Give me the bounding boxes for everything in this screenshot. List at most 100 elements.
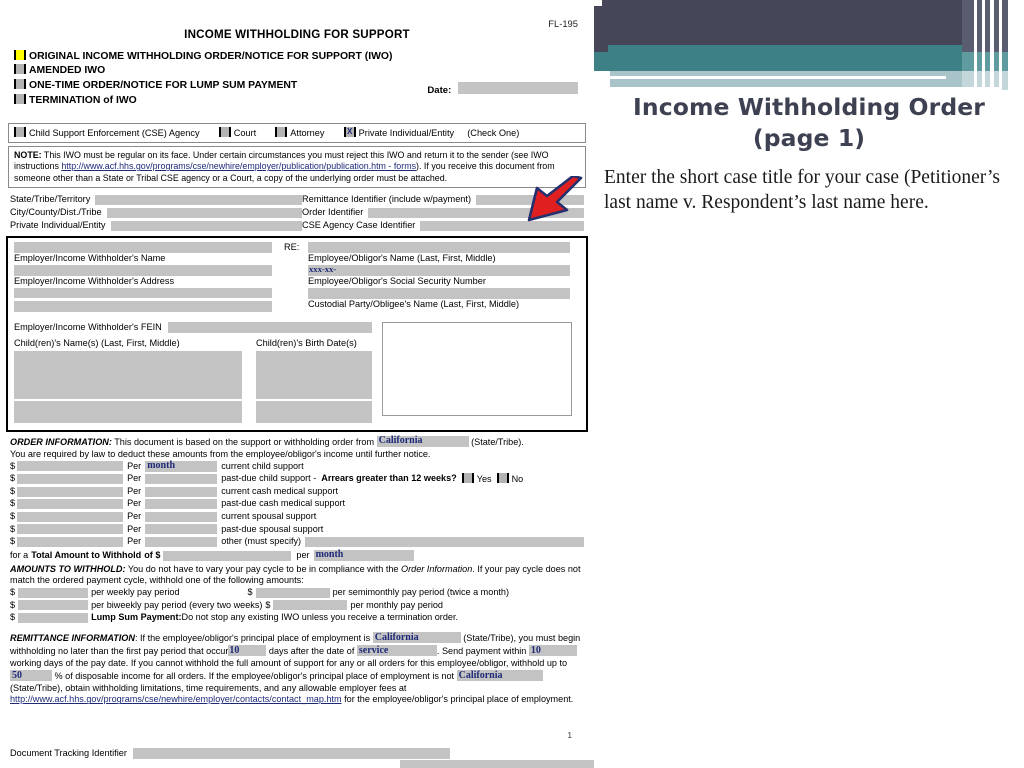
sender-type-row: Child Support Enforcement (CSE) Agency C… [8,122,586,143]
banner-pale-stripe-2 [977,71,982,87]
identifier-col-left: State/Tribe/Territory City/County/Dist./… [10,193,302,232]
weekly-amount-field[interactable] [18,587,89,598]
employer-contacts-link[interactable]: http://www.acf.hhs.gov/programs/cse/newh… [10,694,342,704]
children-dob-column: Child(ren)'s Birth Date(s) [256,338,376,424]
remittance-days-2: 10 [530,645,541,657]
banner-teal-block [594,52,962,71]
banner-teal-top [608,45,962,53]
date-field[interactable] [458,82,578,94]
banner-teal-stripe-3 [985,52,990,71]
page-title: Income Withholding Order (page 1) [604,92,1014,154]
total-per-label: per [296,549,310,560]
banner-pale-line-3 [946,71,962,87]
monthly-amount-field[interactable] [273,600,348,611]
banner-dark-stripe-5 [1002,0,1008,52]
identifier-field-private[interactable] [110,220,302,231]
identifier-label-city: City/County/Dist./Tribe [10,207,102,218]
employer-address-field-2[interactable] [14,288,272,299]
note-label: NOTE: [14,149,42,160]
amount-field-5[interactable] [17,524,124,535]
other-specify-field[interactable] [305,536,584,547]
employee-name-field[interactable] [308,242,570,254]
amount-field-1[interactable] [17,473,124,484]
remittance-percent: 50 [12,669,22,681]
amount-field-2[interactable] [17,486,124,497]
remittance-section: REMITTANCE INFORMATION: If the employee/… [10,632,584,706]
iwo-instructions-link[interactable]: http://www.acf.hhs.gov/programs/cse/newh… [61,161,416,171]
period-field-6[interactable] [145,536,218,547]
children-names-field-1[interactable] [14,351,242,400]
identifier-row-city: City/County/Dist./Tribe [10,206,302,219]
checkbox-private-individual[interactable]: X [343,126,356,137]
checkbox-cse-agency[interactable] [14,126,26,137]
period-field-4[interactable] [145,511,218,522]
document-tracking-field[interactable] [132,748,450,759]
employer-address-field-1[interactable] [14,265,272,277]
employer-address-label: Employer/Income Withholder's Address [14,276,175,287]
total-period-value: month [315,549,344,560]
money-desc-5: past-due spousal support [221,523,324,534]
checkbox-court[interactable] [218,126,231,137]
checkbox-amended-iwo[interactable] [14,64,26,75]
custodial-name-label: Custodial Party/Obligee's Name (Last, Fi… [308,299,520,310]
period-field-0[interactable]: month [145,460,218,472]
banner-pale-stripe-1 [962,71,974,87]
checkbox-arrears-no[interactable] [496,472,509,483]
money-desc-6: other (must specify) [221,536,302,547]
biweekly-amount-field[interactable] [18,600,89,611]
checkbox-one-time-order[interactable] [14,79,26,90]
period-field-1[interactable] [145,473,218,484]
total-amount-field[interactable] [163,550,292,561]
money-desc-3: past-due cash medical support [221,498,346,509]
amount-field-4[interactable] [17,511,124,522]
checkbox-attorney[interactable] [275,126,288,137]
checkbox-termination-iwo[interactable] [14,93,26,104]
amounts-heading: AMOUNTS TO WITHHOLD: [10,563,126,574]
banner-teal-stripe-1 [962,52,974,71]
checkbox-arrears-yes[interactable] [461,472,474,483]
order-type-option-1[interactable]: AMENDED IWO [14,64,594,79]
order-type-option-0[interactable]: ORIGINAL INCOME WITHHOLDING ORDER/NOTICE… [14,49,594,65]
sender-label-0: Child Support Enforcement (CSE) Agency [29,127,200,138]
money-desc-4: current spousal support [221,511,317,522]
check-one-hint: (Check One) [467,127,520,138]
period-field-5[interactable] [145,524,218,535]
period-field-3[interactable] [145,499,218,510]
amount-field-3[interactable] [17,499,124,510]
custodial-name-field[interactable] [308,288,570,300]
order-type-label-1: AMENDED IWO [29,65,106,77]
amount-field-0[interactable] [17,461,124,472]
fein-field[interactable] [167,322,372,334]
identifier-field-city[interactable] [106,207,302,218]
period-field-2[interactable] [145,486,218,497]
lump-sum-bold-label: Lump Sum Payment: [91,612,182,623]
identifier-label-remittance: Remittance Identifier (include w/payment… [302,194,472,205]
notes-inner-box[interactable] [382,322,572,417]
total-amount-row: for a Total Amount to Withhold of $ per … [10,549,584,562]
banner-pale-stripe-3 [985,71,990,87]
children-names-field-2[interactable] [14,401,242,424]
employer-address-field-3[interactable] [14,301,272,313]
amount-field-6[interactable] [17,536,124,547]
identifier-field-state[interactable] [95,194,302,205]
money-desc-1: past-due child support - [221,473,317,484]
withhold-row-weekly: $ per weekly pay period $ per semimonthl… [10,587,509,598]
lump-sum-amount-field[interactable] [18,613,89,623]
banner-teal-stripe-2 [977,52,982,71]
employer-name-field[interactable] [14,242,272,254]
monthly-label: per monthly pay period [350,599,443,610]
remittance-state-2: California [458,669,503,681]
rem-t6: % of disposable income for all orders. I… [52,670,457,681]
checkbox-original-iwo[interactable] [14,49,26,60]
money-desc-0: current child support [221,460,304,471]
sender-label-3: Private Individual/Entity [358,127,455,138]
slide-text-column: Income Withholding Order (page 1) Enter … [604,92,1014,216]
children-dob-field-2[interactable] [256,401,372,424]
semimonthly-amount-field[interactable] [255,587,330,598]
children-names-label: Child(ren)'s Name(s) (Last, First, Middl… [14,338,180,349]
total-period-field[interactable]: month [313,549,414,561]
employee-ssn-field[interactable]: xxx-xx- [308,264,570,277]
rem-t3: days after the date of [266,646,357,657]
children-dob-field-1[interactable] [256,351,372,400]
remittance-state-1: California [374,632,419,644]
